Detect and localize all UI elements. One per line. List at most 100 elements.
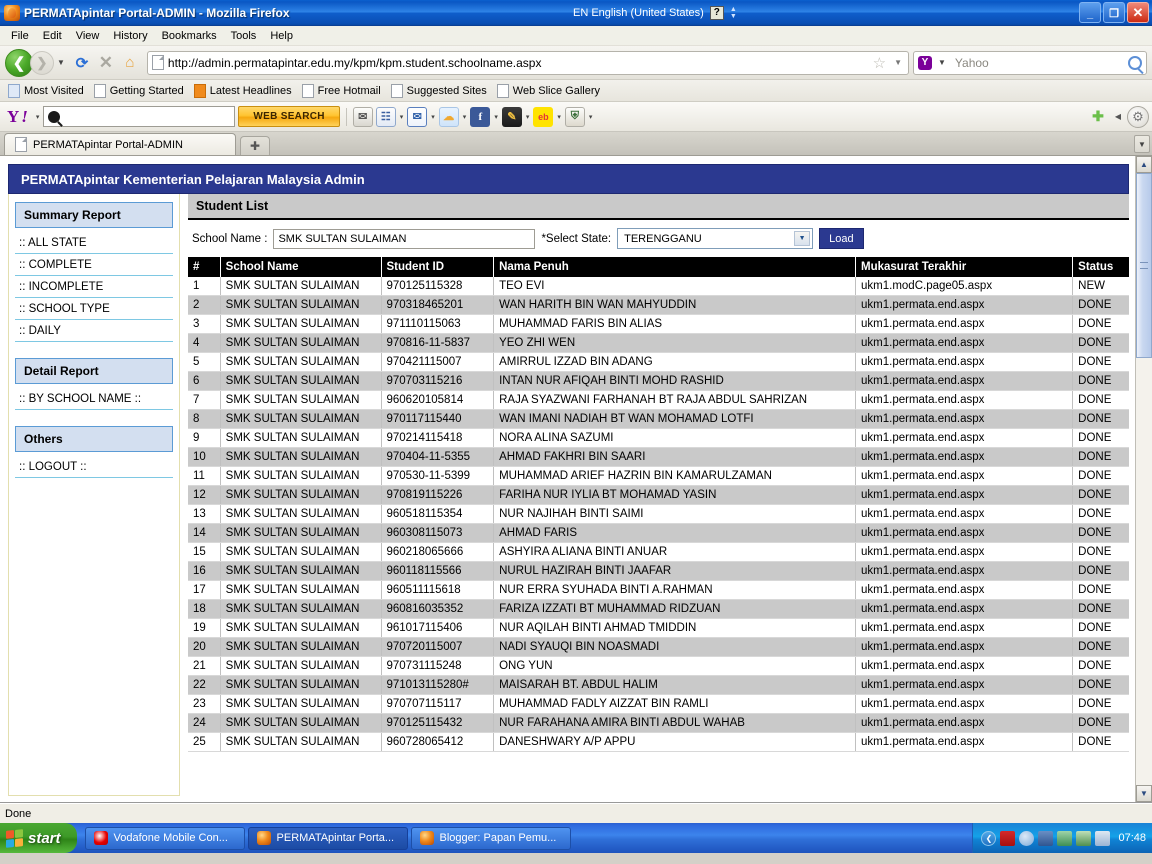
- stop-icon[interactable]: ✕: [95, 52, 117, 74]
- url-bar[interactable]: http://admin.permatapintar.edu.my/kpm/kp…: [146, 50, 909, 75]
- shield-icon[interactable]: ⛨: [564, 106, 585, 127]
- table-row[interactable]: 16 SMK SULTAN SULAIMAN 960118115566 NURUL H…: [188, 561, 1129, 581]
- menu-item-edit[interactable]: Edit: [36, 28, 69, 44]
- forward-icon[interactable]: ❯: [30, 50, 54, 75]
- taskbar-clock[interactable]: 07:48: [1114, 832, 1146, 844]
- network-tray-icon[interactable]: [1038, 830, 1054, 846]
- table-row[interactable]: 9 SMK SULTAN SULAIMAN 970214115418 NORA ALI…: [188, 428, 1129, 448]
- table-row[interactable]: 1 SMK SULTAN SULAIMAN 970125115328 TEO EVI u…: [188, 277, 1129, 296]
- back-icon[interactable]: ❮: [5, 48, 33, 77]
- table-row[interactable]: 21 SMK SULTAN SULAIMAN 970731115248 ONG YUN…: [188, 656, 1129, 676]
- help-icon[interactable]: ?: [709, 6, 724, 20]
- chevron-down-icon[interactable]: ▾: [400, 113, 404, 121]
- table-row[interactable]: 11 SMK SULTAN SULAIMAN 970530-11-5399 MUHAM…: [188, 466, 1129, 486]
- table-row[interactable]: 20 SMK SULTAN SULAIMAN 970720115007 NADI SY…: [188, 637, 1129, 657]
- sidebar-item-all-state[interactable]: :: ALL STATE: [15, 234, 173, 254]
- page-scrollbar[interactable]: ▲ ▼: [1135, 156, 1152, 802]
- bookmark-free-hotmail[interactable]: Free Hotmail: [300, 83, 387, 98]
- table-row[interactable]: 17 SMK SULTAN SULAIMAN 960511115618 NUR ERR…: [188, 580, 1129, 600]
- table-row[interactable]: 10 SMK SULTAN SULAIMAN 970404-11-5355 AHMAD…: [188, 447, 1129, 467]
- monitor-tray-icon[interactable]: [1095, 830, 1111, 846]
- sidebar-item-by-school-name[interactable]: :: BY SCHOOL NAME ::: [15, 390, 173, 410]
- browser-search-bar[interactable]: Y ▼ Yahoo: [913, 50, 1147, 75]
- language-indicator[interactable]: EN English (United States) ? ▲ ▼: [573, 0, 737, 26]
- chevron-down-icon[interactable]: ▾: [526, 113, 530, 121]
- notepad-icon[interactable]: ✎: [501, 106, 522, 127]
- minimize-button[interactable]: _: [1079, 2, 1101, 23]
- sidebar-item-daily[interactable]: :: DAILY: [15, 322, 173, 342]
- table-row[interactable]: 12 SMK SULTAN SULAIMAN 970819115226 FARIHA …: [188, 485, 1129, 505]
- new-tab-button[interactable]: ✚: [240, 136, 270, 155]
- expand-tray-icon[interactable]: ❮: [981, 830, 997, 846]
- taskbar-item-permatapintar[interactable]: PERMATApintar Porta...: [247, 826, 408, 850]
- language-spinner-icon[interactable]: ▲ ▼: [730, 6, 737, 20]
- bookmark-suggested-sites[interactable]: Suggested Sites: [389, 83, 493, 98]
- scrollbar-track[interactable]: [1136, 173, 1152, 785]
- table-row[interactable]: 14 SMK SULTAN SULAIMAN 960308115073 AHMAD F…: [188, 523, 1129, 543]
- table-row[interactable]: 13 SMK SULTAN SULAIMAN 960518115354 NUR NAJ…: [188, 504, 1129, 524]
- antivirus-tray-icon[interactable]: [1000, 830, 1016, 846]
- facebook-icon[interactable]: f: [470, 106, 491, 127]
- table-row[interactable]: 2 SMK SULTAN SULAIMAN 970318465201 WAN HARI…: [188, 295, 1129, 315]
- sidebar-item-complete[interactable]: :: COMPLETE: [15, 256, 173, 276]
- yahoo-logo-icon[interactable]: Y!: [3, 107, 32, 127]
- menu-item-history[interactable]: History: [106, 28, 154, 44]
- chevron-down-icon[interactable]: ▾: [557, 113, 561, 121]
- bookmark-star-icon[interactable]: ☆: [873, 54, 886, 72]
- scrollbar-thumb[interactable]: [1136, 173, 1152, 358]
- tab-list-button[interactable]: ▼: [1134, 135, 1150, 153]
- table-row[interactable]: 23 SMK SULTAN SULAIMAN 970707115117 MUHAMMA…: [188, 694, 1129, 714]
- chevron-down-icon[interactable]: ▾: [36, 113, 40, 121]
- chevron-down-icon[interactable]: ▼: [794, 231, 811, 246]
- search-icon[interactable]: [1128, 55, 1142, 70]
- bookmark-web-slice-gallery[interactable]: Web Slice Gallery: [495, 83, 606, 98]
- sidebar-item-school-type[interactable]: :: SCHOOL TYPE: [15, 300, 173, 320]
- chevron-down-icon[interactable]: ▾: [463, 113, 467, 121]
- browser-search-input[interactable]: Yahoo: [955, 56, 1125, 70]
- table-row[interactable]: 4 SMK SULTAN SULAIMAN 970816-11-5837 YEO ZH…: [188, 333, 1129, 353]
- sidebar-item-incomplete[interactable]: :: INCOMPLETE: [15, 278, 173, 298]
- table-row[interactable]: 19 SMK SULTAN SULAIMAN 961017115406 NUR AQI…: [188, 618, 1129, 638]
- table-row[interactable]: 18 SMK SULTAN SULAIMAN 960816035352 FARIZA …: [188, 599, 1129, 619]
- chevron-down-icon[interactable]: ▼: [57, 58, 65, 67]
- load-button[interactable]: Load: [819, 228, 864, 249]
- reload-icon[interactable]: ⟳: [71, 52, 93, 74]
- chevron-down-icon[interactable]: ▾: [589, 113, 593, 121]
- menu-item-bookmarks[interactable]: Bookmarks: [155, 28, 224, 44]
- yahoo-search-input[interactable]: [43, 106, 236, 127]
- printer-tray-icon[interactable]: [1057, 830, 1073, 846]
- sidebar-item-logout[interactable]: :: LOGOUT ::: [15, 458, 173, 478]
- search-tray-icon[interactable]: [1019, 830, 1035, 846]
- menu-item-file[interactable]: File: [4, 28, 36, 44]
- home-icon[interactable]: ⌂: [119, 52, 141, 74]
- mail-icon[interactable]: ✉: [407, 106, 428, 127]
- menu-item-help[interactable]: Help: [263, 28, 300, 44]
- chevron-down-icon[interactable]: ▾: [431, 113, 435, 121]
- yahoo-search-icon[interactable]: Y: [918, 55, 932, 70]
- add-app-icon[interactable]: ✚: [1087, 108, 1109, 125]
- scroll-down-button[interactable]: ▼: [1136, 785, 1152, 802]
- url-dropdown-icon[interactable]: ▼: [894, 58, 902, 67]
- table-row[interactable]: 7 SMK SULTAN SULAIMAN 960620105814 RAJA SYA…: [188, 390, 1129, 410]
- bookmark-latest-headlines[interactable]: Latest Headlines: [192, 83, 298, 98]
- weather-icon[interactable]: ☁: [438, 106, 459, 127]
- table-row[interactable]: 5 SMK SULTAN SULAIMAN 970421115007 AMIRRUL …: [188, 352, 1129, 372]
- table-row[interactable]: 22 SMK SULTAN SULAIMAN 971013115280# MAISAR…: [188, 675, 1129, 695]
- menu-item-tools[interactable]: Tools: [224, 28, 264, 44]
- table-row[interactable]: 6 SMK SULTAN SULAIMAN 970703115216 INTAN NU…: [188, 371, 1129, 391]
- start-button[interactable]: start: [0, 823, 77, 853]
- sync-tray-icon[interactable]: [1076, 830, 1092, 846]
- school-name-input[interactable]: SMK SULTAN SULAIMAN: [273, 228, 536, 249]
- gear-icon[interactable]: ⚙: [1127, 105, 1149, 128]
- bookmark-most-visited[interactable]: Most Visited: [6, 83, 90, 98]
- taskbar-item-vodafone[interactable]: Vodafone Mobile Con...: [84, 826, 245, 850]
- chevron-down-icon[interactable]: ▾: [494, 113, 498, 121]
- table-row[interactable]: 15 SMK SULTAN SULAIMAN 960218065666 ASHYIRA…: [188, 542, 1129, 562]
- menu-item-view[interactable]: View: [69, 28, 107, 44]
- close-button[interactable]: ✕: [1127, 2, 1149, 23]
- table-row[interactable]: 24 SMK SULTAN SULAIMAN 970125115432 NUR FAR…: [188, 713, 1129, 733]
- web-search-button[interactable]: WEB SEARCH: [238, 106, 340, 127]
- collapse-toolbar-icon[interactable]: ◀: [1112, 112, 1124, 121]
- search-engine-chevron-icon[interactable]: ▼: [938, 58, 946, 67]
- mailbox-icon[interactable]: ✉: [352, 106, 373, 127]
